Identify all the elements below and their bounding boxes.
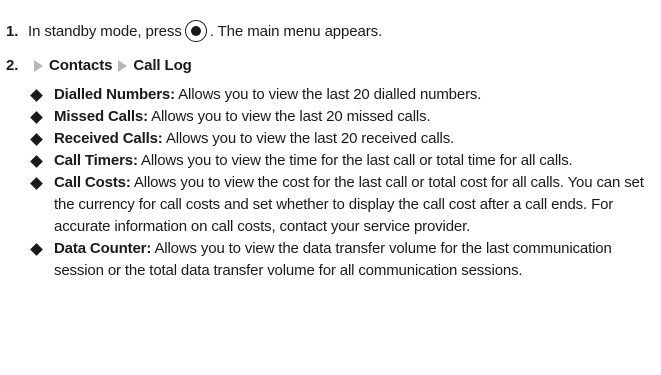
menu-arrow-icon (34, 59, 43, 72)
diamond-bullet-icon (30, 177, 43, 190)
list-item: Dialled Numbers: Allows you to view the … (30, 84, 660, 106)
item-term: Missed Calls: (54, 108, 148, 125)
item-term: Dialled Numbers: (54, 86, 175, 103)
manual-page: 1. In standby mode, press . The main men… (0, 0, 661, 375)
step-number: 2. (6, 57, 19, 74)
diamond-bullet-icon (30, 89, 43, 102)
item-description: Allows you to view the last 20 received … (165, 130, 455, 147)
step-2: 2. Contacts Call Log (6, 57, 192, 74)
diamond-bullet-icon (30, 155, 43, 168)
menu-arrow-icon (118, 59, 128, 72)
step-1: 1. In standby mode, press . The main men… (6, 20, 382, 42)
diamond-bullet-icon (30, 111, 43, 124)
diamond-bullet-icon (30, 243, 43, 256)
center-select-key-icon (184, 20, 207, 42)
item-term: Received Calls: (54, 130, 163, 147)
step-1-text-before: In standby mode, press (28, 22, 182, 40)
menu-path-contacts: Contacts (49, 57, 113, 74)
item-term: Call Timers: (54, 152, 138, 169)
step-number: 1. (6, 22, 19, 40)
list-item: Received Calls: Allows you to view the l… (30, 128, 660, 150)
menu-path-call-log: Call Log (133, 57, 192, 74)
item-description: Allows you to view the last 20 dialled n… (178, 86, 482, 103)
diamond-bullet-icon (30, 133, 43, 146)
item-term: Data Counter: (54, 240, 152, 257)
item-term: Call Costs: (54, 174, 131, 191)
list-item: Data Counter: Allows you to view the dat… (30, 238, 660, 282)
item-description: Allows you to view the last 20 missed ca… (151, 108, 431, 125)
item-description: Allows you to view the time for the last… (141, 152, 573, 169)
call-log-options-list: Dialled Numbers: Allows you to view the … (30, 84, 660, 282)
step-1-text-after: . The main menu appears. (209, 22, 383, 40)
list-item: Call Costs: Allows you to view the cost … (30, 172, 660, 238)
list-item: Call Timers: Allows you to view the time… (30, 150, 660, 172)
item-description: Allows you to view the cost for the last… (54, 174, 644, 235)
list-item: Missed Calls: Allows you to view the las… (30, 106, 660, 128)
